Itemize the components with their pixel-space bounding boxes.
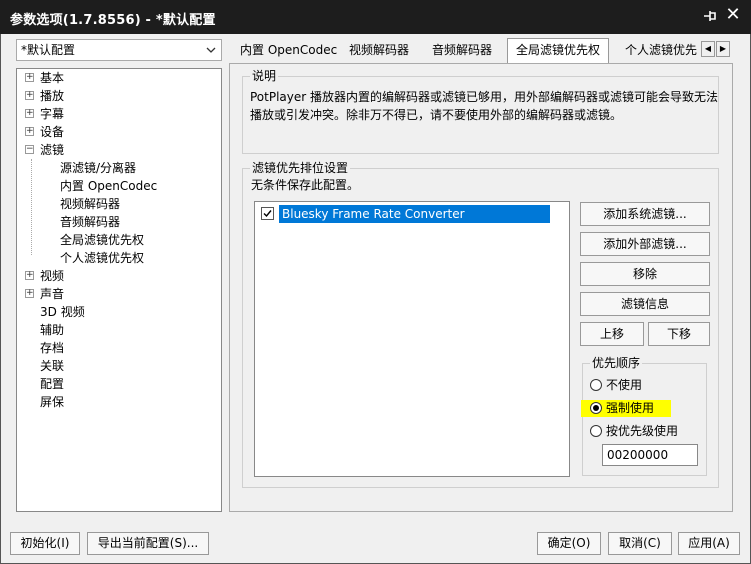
tree-item-label: 屏保 [40, 395, 65, 409]
radio-dot [590, 425, 602, 437]
tab-scroll-left-icon[interactable]: ◀ [701, 41, 715, 57]
tree-item[interactable]: 存档 [25, 339, 66, 357]
tree-item-label: 配置 [40, 377, 65, 391]
profile-select-value: *默认配置 [21, 43, 76, 57]
description-legend: 说明 [250, 68, 279, 84]
expand-icon[interactable]: + [25, 271, 34, 280]
expand-icon[interactable]: + [25, 289, 34, 298]
tree-item[interactable]: 关联 [25, 357, 66, 375]
export-config-button[interactable]: 导出当前配置(S)... [87, 532, 209, 555]
tree-item[interactable]: + 视频 [25, 267, 66, 285]
tree-item-label: 播放 [40, 89, 65, 103]
add-external-filter-button[interactable]: 添加外部滤镜... [580, 232, 710, 256]
filter-name: Bluesky Frame Rate Converter [279, 205, 550, 223]
tree-item[interactable]: 屏保 [25, 393, 66, 411]
window-title: 参数选项(1.7.8556) - *默认配置 [10, 13, 216, 28]
tree-item-label: 源滤镜/分离器 [60, 161, 137, 175]
priority-value-field[interactable]: 00200000 [602, 444, 698, 466]
save-note: 无条件保存此配置。 [251, 178, 360, 192]
priority-legend: 优先顺序 [590, 355, 643, 371]
radio-label: 不使用 [606, 378, 643, 392]
tree-item-label: 基本 [40, 71, 65, 85]
tab-scroll-right-icon[interactable]: ▶ [716, 41, 730, 57]
filter-priority-legend: 滤镜优先排位设置 [250, 160, 351, 176]
title-bar: 参数选项(1.7.8556) - *默认配置 ✕ [0, 0, 751, 34]
ok-button[interactable]: 确定(O) [537, 532, 601, 555]
tree-item[interactable]: + 基本 [25, 69, 66, 87]
init-button[interactable]: 初始化(I) [10, 532, 80, 555]
tree-item-label: 视频 [40, 269, 65, 283]
add-system-filter-button[interactable]: 添加系统滤镜... [580, 202, 710, 226]
tree-item[interactable]: + 字幕 [25, 105, 66, 123]
filter-info-button[interactable]: 滤镜信息 [580, 292, 710, 316]
tree-item[interactable]: 配置 [25, 375, 66, 393]
tree-item-label: 视频解码器 [60, 197, 121, 211]
tab-global-filter-priority[interactable]: 全局滤镜优先权 [507, 38, 610, 64]
tree-item-label: 辅助 [40, 323, 65, 337]
collapse-icon[interactable]: − [25, 145, 34, 154]
move-up-button[interactable]: 上移 [580, 322, 644, 346]
expand-icon[interactable]: + [25, 109, 34, 118]
move-down-button[interactable]: 下移 [648, 322, 710, 346]
tree-item-label: 声音 [40, 287, 65, 301]
expand-icon[interactable]: + [25, 73, 34, 82]
tree-item[interactable]: 视频解码器 [58, 195, 122, 213]
list-item[interactable]: Bluesky Frame Rate Converter [258, 205, 550, 223]
tree-guide-line [31, 159, 32, 255]
radio-label: 按优先级使用 [606, 424, 679, 438]
description-text: PotPlayer 播放器内置的编解码器或滤镜已够用，用外部编解码器或滤镜可能会… [250, 90, 719, 122]
tree-item-label: 存档 [40, 341, 65, 355]
tree-item-label: 滤镜 [40, 143, 65, 157]
radio-dot [590, 402, 602, 414]
tree-item[interactable]: − 滤镜 [25, 141, 66, 159]
tree-item[interactable]: 个人滤镜优先权 [58, 249, 146, 267]
tab-personal-filter-priority[interactable]: 个人滤镜优先 [617, 39, 699, 63]
tree-item[interactable]: + 播放 [25, 87, 66, 105]
tab-opencodec[interactable]: 内置 OpenCodec [232, 39, 345, 63]
tree-item[interactable]: + 设备 [25, 123, 66, 141]
filter-checkbox[interactable] [261, 207, 274, 220]
tree-item-label: 关联 [40, 359, 65, 373]
tree-item[interactable]: 内置 OpenCodec [58, 177, 159, 195]
chevron-down-icon [205, 43, 217, 57]
expand-icon[interactable]: + [25, 127, 34, 136]
close-icon[interactable]: ✕ [723, 5, 743, 25]
tab-audio-decoder[interactable]: 音频解码器 [424, 39, 500, 63]
tree-item-label: 字幕 [40, 107, 65, 121]
profile-select[interactable]: *默认配置 [16, 39, 222, 61]
tree-item[interactable]: 辅助 [25, 321, 66, 339]
tree-item-label: 个人滤镜优先权 [60, 251, 145, 265]
tree-item[interactable]: 3D 视频 [25, 303, 87, 321]
expand-icon[interactable]: + [25, 91, 34, 100]
tree-item-label: 音频解码器 [60, 215, 121, 229]
radio-dot [590, 379, 602, 391]
tree-item[interactable]: + 声音 [25, 285, 66, 303]
tree-item[interactable]: 全局滤镜优先权 [58, 231, 146, 249]
filter-list[interactable]: Bluesky Frame Rate Converter [254, 201, 570, 477]
pin-icon[interactable] [701, 7, 719, 25]
tree-item[interactable]: 音频解码器 [58, 213, 122, 231]
remove-button[interactable]: 移除 [580, 262, 710, 286]
tree-item[interactable]: 源滤镜/分离器 [58, 159, 138, 177]
tree-item-label: 全局滤镜优先权 [60, 233, 145, 247]
tab-video-decoder[interactable]: 视频解码器 [341, 39, 417, 63]
cancel-button[interactable]: 取消(C) [608, 532, 672, 555]
tree-item-label: 设备 [40, 125, 65, 139]
apply-button[interactable]: 应用(A) [678, 532, 740, 555]
tree-item-label: 3D 视频 [40, 305, 85, 319]
tree-item-label: 内置 OpenCodec [60, 179, 158, 193]
radio-label: 强制使用 [606, 401, 655, 415]
